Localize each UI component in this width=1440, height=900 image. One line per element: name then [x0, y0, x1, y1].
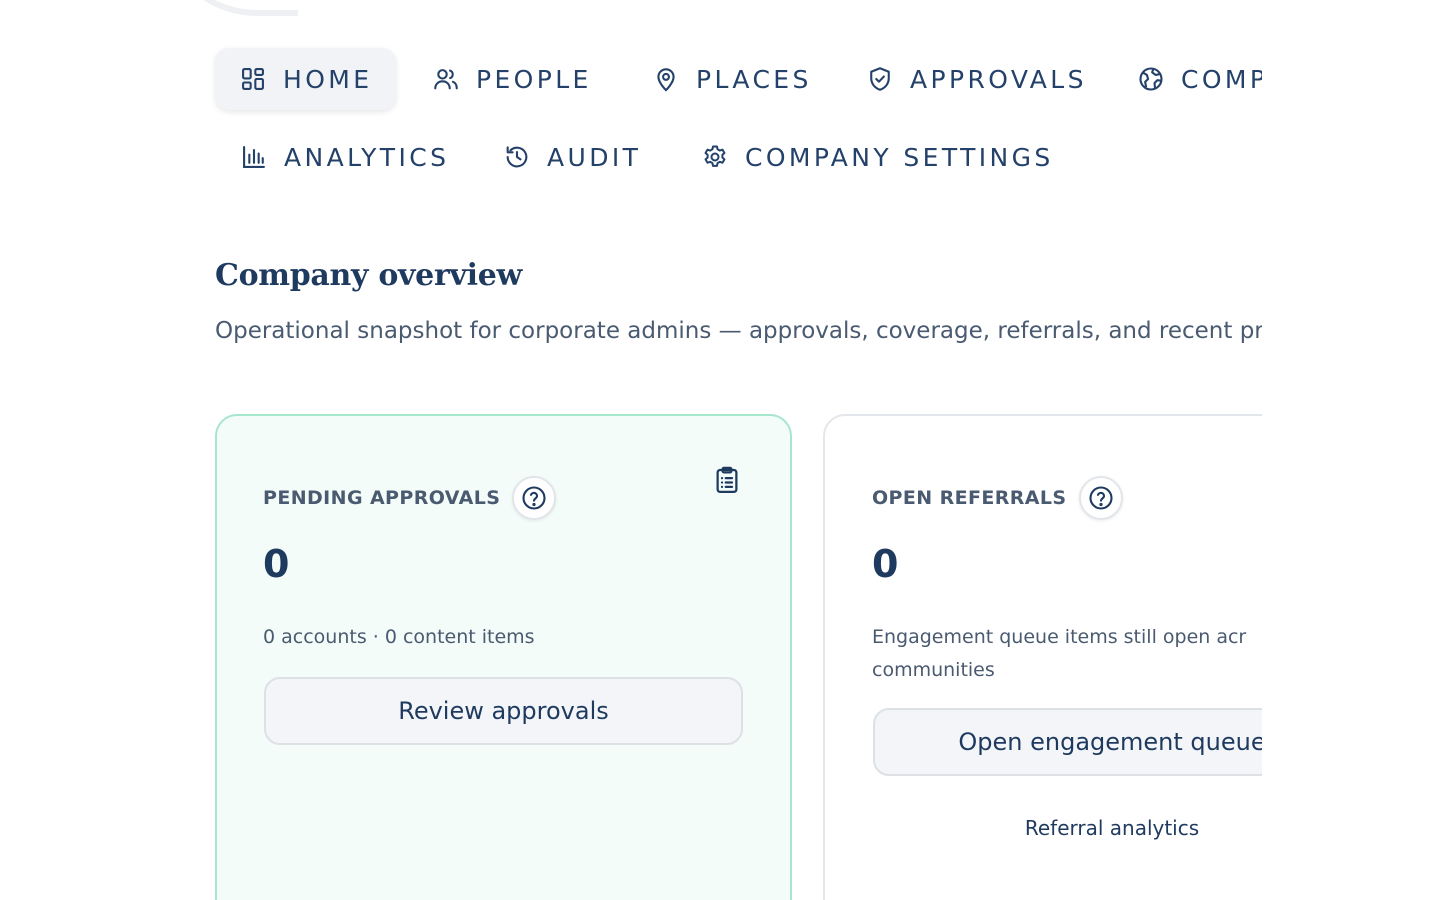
review-approvals-button[interactable]: Review approvals — [264, 677, 743, 745]
pending-approvals-help-button[interactable] — [512, 476, 557, 520]
pending-approvals-value: 0 — [263, 542, 290, 586]
nav-audit-label: AUDIT — [547, 142, 642, 172]
pending-approvals-label-row: PENDING APPROVALS — [263, 476, 557, 520]
nav-audit[interactable]: AUDIT — [503, 126, 641, 188]
map-pin-icon — [657, 68, 675, 92]
nav-comp-label: COMP — [1181, 64, 1262, 94]
nav-approvals-label: APPROVALS — [910, 64, 1087, 94]
clipboard-icon — [716, 466, 738, 493]
open-referrals-label-row: OPEN REFERRALS — [872, 476, 1123, 520]
nav-home[interactable]: HOME — [215, 48, 397, 110]
nav-places[interactable]: PLACES — [652, 48, 812, 110]
help-circle-icon — [522, 486, 546, 510]
pending-approvals-label: PENDING APPROVALS — [263, 487, 501, 509]
globe-icon — [1139, 67, 1163, 91]
nav-people[interactable]: PEOPLE — [432, 48, 592, 110]
help-circle-icon — [1088, 486, 1113, 510]
nav-approvals[interactable]: APPROVALS — [866, 48, 1087, 110]
bar-chart-icon — [243, 146, 265, 168]
nav-places-label: PLACES — [696, 64, 812, 94]
open-referrals-description-line2: communities — [872, 659, 995, 681]
main-content: HOME PEOPLE PLACES APPROVALS COMP ANALYT… — [0, 0, 1262, 900]
nav-company-settings-label: COMPANY SETTINGS — [745, 142, 1054, 172]
nav-company-settings[interactable]: COMPANY SETTINGS — [701, 126, 1054, 188]
users-icon — [434, 69, 458, 90]
nav-home-label: HOME — [283, 64, 373, 94]
open-referrals-value: 0 — [872, 542, 899, 586]
gear-icon — [704, 145, 726, 167]
open-referrals-card: OPEN REFERRALS 0 Engagement queue items … — [823, 414, 1262, 900]
pending-approvals-card: PENDING APPROVALS 0 0 accounts · 0 conte… — [215, 414, 792, 900]
dashboard-icon — [242, 68, 264, 90]
nav-analytics[interactable]: ANALYTICS — [240, 126, 449, 188]
page-title: Company overview — [215, 258, 523, 293]
open-referrals-label: OPEN REFERRALS — [872, 487, 1067, 509]
nav-analytics-label: ANALYTICS — [284, 142, 450, 172]
shield-check-icon — [870, 67, 890, 91]
nav-comp[interactable]: COMP — [1137, 48, 1262, 110]
open-referrals-description: Engagement queue items still open acr co… — [872, 621, 1246, 687]
page-subtitle: Operational snapshot for corporate admin… — [215, 318, 1262, 344]
open-referrals-description-line1: Engagement queue items still open acr — [872, 626, 1247, 648]
open-referrals-help-button[interactable] — [1078, 476, 1123, 520]
nav-people-label: PEOPLE — [476, 64, 592, 94]
history-icon — [506, 146, 528, 168]
open-engagement-queue-button[interactable]: Open engagement queue — [873, 708, 1262, 776]
referral-analytics-link[interactable]: Referral analytics — [873, 816, 1262, 840]
pending-approvals-description: 0 accounts · 0 content items — [263, 626, 535, 648]
